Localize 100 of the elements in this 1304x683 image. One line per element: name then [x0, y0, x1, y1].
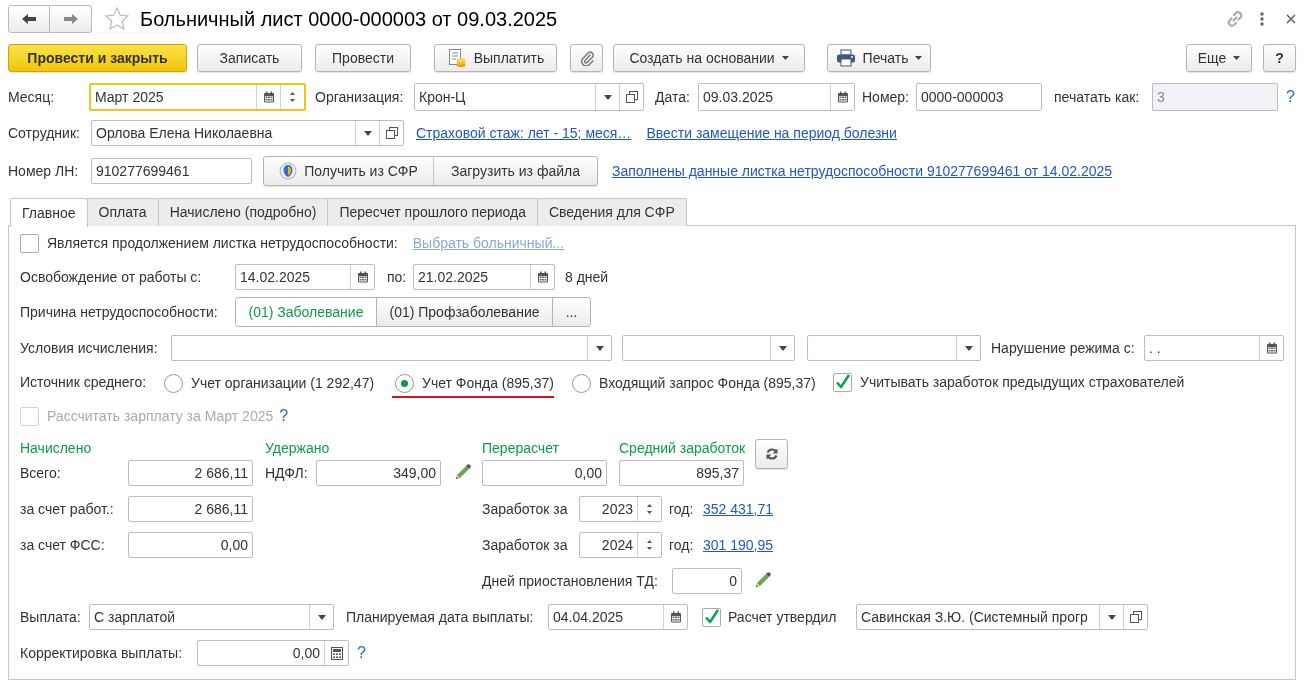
employer-share-field[interactable]: 2 686,11 — [128, 496, 253, 522]
field-label: Дата: — [655, 87, 691, 107]
field-label: Условия исчисления: — [20, 338, 159, 358]
tab[interactable]: Начислено (подробно) — [157, 198, 329, 226]
tab[interactable]: Главное — [10, 198, 88, 227]
open-window-icon — [1129, 611, 1142, 623]
payment-method-field[interactable]: С зарплатой — [89, 604, 334, 630]
payment-date-field[interactable]: 04.04.2025 — [548, 604, 688, 630]
radio-button[interactable] — [164, 373, 183, 393]
tab[interactable]: Оплата — [86, 198, 159, 226]
load-from-file-button[interactable]: Загрузить из файла — [433, 157, 597, 185]
field-label: Организация: — [315, 87, 405, 107]
tab[interactable]: Сведения для СФР — [536, 198, 687, 226]
checkbox[interactable] — [702, 607, 721, 627]
toggle-button[interactable]: (01) Профзаболевание — [376, 297, 553, 327]
fund-share-field[interactable]: 0,00 — [128, 532, 253, 558]
year-field[interactable]: 2023 — [579, 496, 662, 522]
checkbox[interactable] — [833, 372, 852, 392]
year-field[interactable]: 2024 — [579, 532, 662, 558]
attach-button[interactable] — [570, 44, 603, 72]
recalculation-field[interactable]: 0,00 — [482, 460, 607, 486]
checkbox-label: Рассчитать зарплату за Март 2025 — [47, 406, 274, 426]
suspension-days-field[interactable]: 0 — [672, 568, 742, 594]
earnings-amount-link[interactable]: 301 190,95 — [703, 534, 774, 556]
post-and-close-button[interactable]: Провести и закрыть — [8, 44, 187, 72]
printer-icon — [835, 49, 856, 67]
dropdown-arrow-icon — [363, 130, 372, 136]
insurance-record-link[interactable]: Страховой стаж: лет - 15; меся… — [416, 122, 632, 144]
more-button[interactable]: Еще — [1186, 44, 1252, 72]
field-label: за счет работ.: — [20, 499, 115, 519]
checkbox-label: Является продолжением листка нетрудоспособности: — [47, 233, 398, 253]
spinner-arrows-icon — [646, 502, 653, 516]
sick-leave-number-field[interactable]: 910277699461 — [91, 158, 252, 184]
field-label: за счет ФСС: — [20, 535, 106, 555]
field-label: Заработок за — [482, 499, 569, 519]
post-button[interactable]: Провести — [315, 44, 411, 72]
field-label: год: — [669, 535, 695, 555]
field-label: по: — [387, 267, 408, 287]
close-icon[interactable] — [1286, 14, 1296, 24]
tab[interactable]: Пересчет прошлого периода — [327, 198, 538, 226]
toggle-button[interactable]: (01) Заболевание — [235, 297, 377, 327]
date-to-field[interactable]: 21.02.2025 — [413, 264, 555, 290]
field-label: НДФЛ: — [265, 463, 309, 483]
radio-label: Входящий запрос Фонда (895,37) — [599, 373, 816, 393]
document-coins-icon — [446, 48, 467, 68]
calculation-condition-field[interactable] — [807, 335, 981, 361]
violation-date-field[interactable]: . . — [1144, 335, 1284, 361]
save-button[interactable]: Записать — [197, 44, 302, 72]
dropdown-arrow-icon — [778, 345, 787, 351]
filled-data-link[interactable]: Заполнены данные листка нетрудоспособности 910277699461 от 14.02.2025 — [612, 160, 1113, 182]
calculation-condition-field[interactable] — [171, 335, 612, 361]
calendar-icon — [356, 271, 369, 283]
organization-field[interactable]: Крон-Ц — [414, 83, 644, 111]
date-field[interactable]: 09.03.2025 — [698, 83, 855, 111]
date-from-field[interactable]: 14.02.2025 — [235, 264, 375, 290]
field-label: Дней приостановления ТД: — [482, 571, 659, 591]
star-icon[interactable] — [104, 6, 130, 32]
field-label: Источник среднего: — [20, 372, 148, 392]
calendar-icon — [1265, 342, 1278, 354]
radio-button[interactable] — [395, 373, 414, 393]
replacement-link[interactable]: Ввести замещение на период болезни — [646, 122, 897, 144]
help-link[interactable]: ? — [1286, 85, 1295, 109]
field-label: Корректировка выплаты: — [20, 643, 184, 663]
earnings-amount-link[interactable]: 352 431,71 — [703, 498, 774, 520]
back-button[interactable] — [8, 5, 50, 33]
payment-correction-field[interactable]: 0,00 — [197, 640, 349, 666]
get-from-fund-button[interactable]: Получить из СФР — [264, 157, 433, 185]
create-based-on-button[interactable]: Создать на основании — [613, 44, 805, 72]
calendar-icon — [536, 271, 549, 283]
more-button[interactable]: ... — [552, 297, 591, 327]
help-link[interactable]: ? — [357, 641, 366, 665]
window-title: Больничный лист 0000-000003 от 09.03.2025 — [140, 7, 558, 32]
radio-button[interactable] — [572, 373, 591, 393]
pay-button[interactable]: Выплатить — [434, 44, 557, 72]
print-button[interactable]: Печать — [827, 44, 931, 72]
calculation-condition-field[interactable] — [622, 335, 795, 361]
caret-icon — [915, 56, 923, 60]
checkbox-label: Расчет утвердил — [728, 607, 838, 627]
approver-field[interactable]: Савинская З.Ю. (Системный прогр — [856, 604, 1148, 630]
field-label: Причина нетрудоспособности: — [20, 302, 219, 322]
number-field[interactable]: 0000-000003 — [916, 83, 1042, 111]
more-icon[interactable] — [1260, 12, 1264, 26]
total-accrued-field[interactable]: 2 686,11 — [128, 460, 253, 486]
field-label: год: — [669, 499, 695, 519]
pencil-icon[interactable] — [453, 464, 471, 482]
month-field[interactable]: Март 2025 — [89, 83, 306, 111]
employee-field[interactable]: Орлова Елена Николаевна — [91, 120, 404, 146]
help-button[interactable]: ? — [1263, 44, 1296, 72]
refresh-button[interactable] — [755, 439, 789, 469]
paperclip-icon — [579, 50, 594, 66]
average-earnings-field[interactable]: 895,37 — [619, 460, 744, 486]
field-label: Нарушение режима с: — [991, 338, 1136, 358]
pencil-icon[interactable] — [753, 572, 771, 590]
checkbox[interactable] — [20, 233, 39, 253]
field-label: Всего: — [20, 463, 62, 483]
field-label: Номер ЛН: — [8, 161, 80, 181]
caret-icon — [1233, 56, 1241, 60]
checkbox-label: Учитывать заработок предыдущих страхователей — [860, 372, 1185, 392]
income-tax-field[interactable]: 349,00 — [316, 460, 441, 486]
dropdown-arrow-icon — [603, 94, 612, 100]
